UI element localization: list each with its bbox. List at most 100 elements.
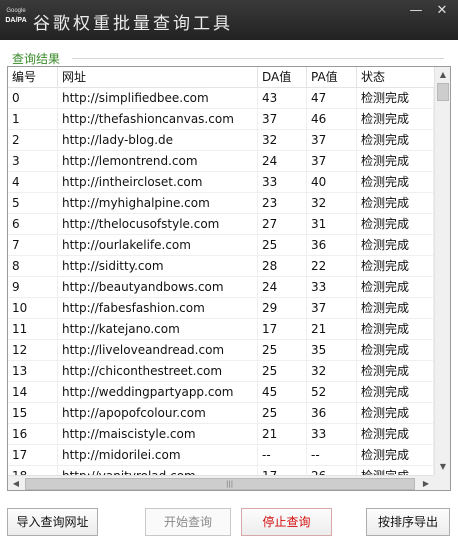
vertical-scroll-thumb[interactable] bbox=[437, 83, 449, 101]
horizontal-scrollbar[interactable]: ◀ ||| ▶ bbox=[8, 475, 434, 490]
cell-da: 23 bbox=[258, 193, 307, 214]
cell-da: 28 bbox=[258, 256, 307, 277]
cell-da: 29 bbox=[258, 298, 307, 319]
cell-url: http://weddingpartyapp.com bbox=[58, 382, 258, 403]
column-header-url[interactable]: 网址 bbox=[58, 67, 258, 88]
cell-status: 检测完成 bbox=[357, 424, 434, 445]
cell-pa: 37 bbox=[307, 151, 357, 172]
table-row[interactable]: 13 http://chiconthestreet.com 25 32 检测完成 bbox=[8, 361, 434, 382]
table-row[interactable]: 0 http://simplifiedbee.com 43 47 检测完成 bbox=[8, 88, 434, 109]
table-header: 编号 网址 DA值 PA值 状态 bbox=[8, 67, 434, 88]
results-table[interactable]: 编号 网址 DA值 PA值 状态 0 http://simplifiedbee.c… bbox=[7, 66, 451, 491]
import-urls-button[interactable]: 导入查询网址 bbox=[7, 508, 98, 536]
cell-pa: 32 bbox=[307, 361, 357, 382]
cell-id: 1 bbox=[8, 109, 58, 130]
cell-pa: 46 bbox=[307, 109, 357, 130]
horizontal-scroll-thumb[interactable]: ||| bbox=[25, 478, 415, 490]
cell-url: http://midorilei.com bbox=[58, 445, 258, 466]
cell-da: 43 bbox=[258, 88, 307, 109]
cell-url: http://thelocusofstyle.com bbox=[58, 214, 258, 235]
table-row[interactable]: 14 http://weddingpartyapp.com 45 52 检测完成 bbox=[8, 382, 434, 403]
table-row[interactable]: 8 http://siditty.com 28 22 检测完成 bbox=[8, 256, 434, 277]
cell-pa: 33 bbox=[307, 424, 357, 445]
column-header-da[interactable]: DA值 bbox=[258, 67, 307, 88]
cell-da: 17 bbox=[258, 319, 307, 340]
cell-da: 25 bbox=[258, 361, 307, 382]
cell-id: 10 bbox=[8, 298, 58, 319]
cell-id: 6 bbox=[8, 214, 58, 235]
minimize-button[interactable]: — bbox=[404, 0, 428, 24]
table-row[interactable]: 16 http://maiscistyle.com 21 33 检测完成 bbox=[8, 424, 434, 445]
cell-pa: 52 bbox=[307, 382, 357, 403]
cell-da: 33 bbox=[258, 172, 307, 193]
column-header-id[interactable]: 编号 bbox=[8, 67, 58, 88]
cell-url: http://chiconthestreet.com bbox=[58, 361, 258, 382]
cell-url: http://lady-blog.de bbox=[58, 130, 258, 151]
vertical-scrollbar[interactable]: ▲ ▼ bbox=[434, 67, 450, 475]
cell-da: -- bbox=[258, 445, 307, 466]
cell-url: http://apopofcolour.com bbox=[58, 403, 258, 424]
scroll-left-arrow-icon[interactable]: ◀ bbox=[8, 476, 24, 490]
cell-id: 5 bbox=[8, 193, 58, 214]
cell-pa: 37 bbox=[307, 298, 357, 319]
cell-pa: 22 bbox=[307, 256, 357, 277]
app-logo: Google DA/PA bbox=[5, 6, 27, 32]
cell-da: 25 bbox=[258, 340, 307, 361]
table-row[interactable]: 1 http://thefashioncanvas.com 37 46 检测完成 bbox=[8, 109, 434, 130]
table-row[interactable]: 5 http://myhighalpine.com 23 32 检测完成 bbox=[8, 193, 434, 214]
column-header-pa[interactable]: PA值 bbox=[307, 67, 357, 88]
cell-status: 检测完成 bbox=[357, 193, 434, 214]
cell-url: http://intheircloset.com bbox=[58, 172, 258, 193]
close-button[interactable]: ✕ bbox=[430, 0, 454, 24]
table-row[interactable]: 11 http://katejano.com 17 21 检测完成 bbox=[8, 319, 434, 340]
cell-status: 检测完成 bbox=[357, 319, 434, 340]
cell-status: 检测完成 bbox=[357, 382, 434, 403]
cell-status: 检测完成 bbox=[357, 256, 434, 277]
table-row[interactable]: 2 http://lady-blog.de 32 37 检测完成 bbox=[8, 130, 434, 151]
cell-status: 检测完成 bbox=[357, 172, 434, 193]
scroll-up-arrow-icon[interactable]: ▲ bbox=[435, 67, 450, 83]
cell-url: http://liveloveandread.com bbox=[58, 340, 258, 361]
table-row[interactable]: 4 http://intheircloset.com 33 40 检测完成 bbox=[8, 172, 434, 193]
table-row[interactable]: 12 http://liveloveandread.com 25 35 检测完成 bbox=[8, 340, 434, 361]
scrollbar-corner bbox=[434, 475, 450, 490]
start-query-button[interactable]: 开始查询 bbox=[145, 508, 231, 536]
cell-id: 7 bbox=[8, 235, 58, 256]
table-row[interactable]: 7 http://ourlakelife.com 25 36 检测完成 bbox=[8, 235, 434, 256]
group-divider bbox=[72, 58, 444, 59]
cell-id: 14 bbox=[8, 382, 58, 403]
cell-url: http://beautyandbows.com bbox=[58, 277, 258, 298]
cell-url: http://simplifiedbee.com bbox=[58, 88, 258, 109]
cell-status: 检测完成 bbox=[357, 361, 434, 382]
cell-status: 检测完成 bbox=[357, 235, 434, 256]
cell-id: 17 bbox=[8, 445, 58, 466]
cell-id: 12 bbox=[8, 340, 58, 361]
table-row[interactable]: 10 http://fabesfashion.com 29 37 检测完成 bbox=[8, 298, 434, 319]
scroll-down-arrow-icon[interactable]: ▼ bbox=[435, 459, 450, 475]
results-group-label: 查询结果 bbox=[12, 52, 61, 66]
cell-url: http://maiscistyle.com bbox=[58, 424, 258, 445]
scroll-right-arrow-icon[interactable]: ▶ bbox=[418, 476, 434, 490]
cell-id: 13 bbox=[8, 361, 58, 382]
table-row[interactable]: 15 http://apopofcolour.com 25 36 检测完成 bbox=[8, 403, 434, 424]
export-sorted-button[interactable]: 按排序导出 bbox=[366, 508, 450, 536]
cell-status: 检测完成 bbox=[357, 403, 434, 424]
table-row[interactable]: 17 http://midorilei.com -- -- 检测完成 bbox=[8, 445, 434, 466]
cell-url: http://ourlakelife.com bbox=[58, 235, 258, 256]
table-row[interactable]: 6 http://thelocusofstyle.com 27 31 检测完成 bbox=[8, 214, 434, 235]
cell-id: 9 bbox=[8, 277, 58, 298]
logo-line-1: Google bbox=[6, 8, 26, 14]
cell-url: http://siditty.com bbox=[58, 256, 258, 277]
cell-pa: 32 bbox=[307, 193, 357, 214]
cell-status: 检测完成 bbox=[357, 298, 434, 319]
table-row[interactable]: 9 http://beautyandbows.com 24 33 检测完成 bbox=[8, 277, 434, 298]
cell-id: 8 bbox=[8, 256, 58, 277]
stop-query-button[interactable]: 停止查询 bbox=[241, 508, 332, 536]
cell-id: 0 bbox=[8, 88, 58, 109]
cell-status: 检测完成 bbox=[357, 340, 434, 361]
table-row[interactable]: 3 http://lemontrend.com 24 37 检测完成 bbox=[8, 151, 434, 172]
cell-da: 37 bbox=[258, 109, 307, 130]
column-header-status[interactable]: 状态 bbox=[357, 67, 434, 88]
cell-da: 32 bbox=[258, 130, 307, 151]
cell-pa: 47 bbox=[307, 88, 357, 109]
